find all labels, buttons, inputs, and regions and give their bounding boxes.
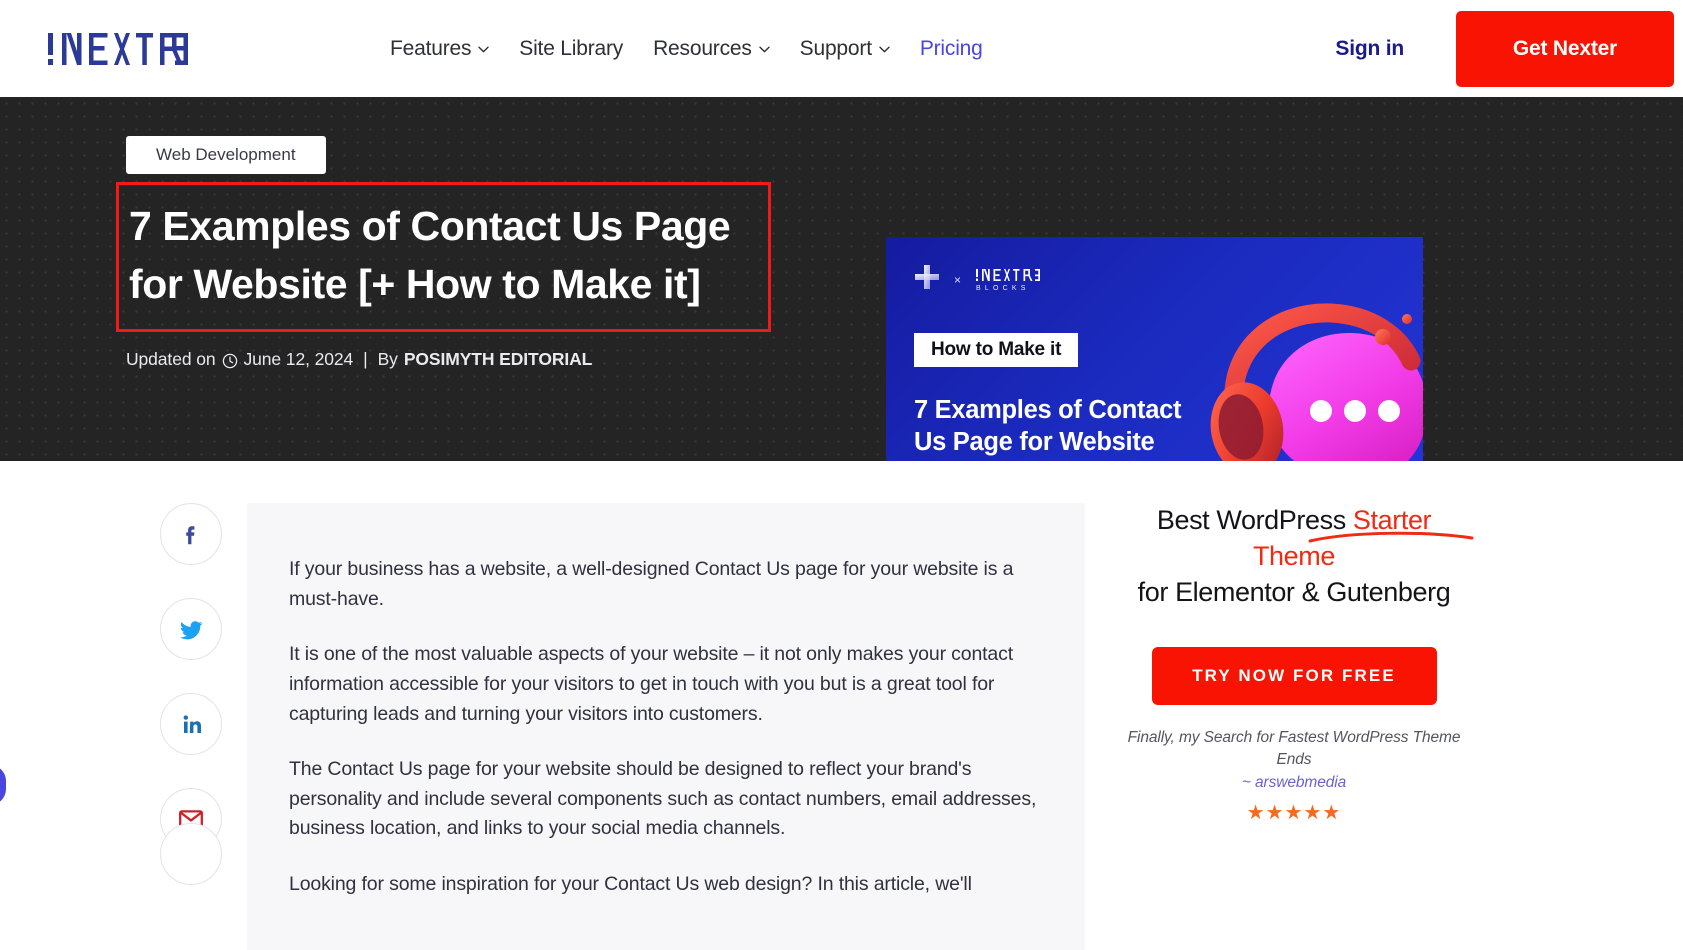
nav-item-resources[interactable]: Resources [653, 37, 770, 61]
meta-separator: | [363, 349, 368, 370]
promo-star-rating: ★★★★★ [1246, 801, 1342, 824]
article-author[interactable]: POSIMYTH EDITORIAL [404, 349, 593, 370]
share-facebook-button[interactable] [160, 503, 222, 565]
card-brand-row: × BLOCKS [914, 264, 1055, 295]
share-linkedin-button[interactable] [160, 693, 222, 755]
nav-label: Features [390, 36, 472, 60]
linkedin-icon [183, 714, 201, 733]
title-highlight-box: 7 Examples of Contact Us Page for Websit… [116, 182, 771, 333]
promo-heading-line2: for Elementor & Gutenberg [1137, 576, 1451, 607]
sign-in-link[interactable]: Sign in [1335, 37, 1404, 61]
hero-text-block: Web Development 7 Examples of Contact Us… [0, 97, 790, 370]
article-paragraph: It is one of the most valuable aspects o… [289, 643, 1013, 725]
chevron-down-icon [478, 46, 489, 53]
chevron-down-icon [758, 46, 770, 53]
clock-icon [222, 353, 238, 369]
nav-label: Pricing [919, 36, 983, 60]
card-badge: How to Make it [914, 333, 1079, 367]
nav-label: Site Library [519, 36, 624, 60]
social-share-rail [160, 503, 222, 850]
promo-testimonial-quote: Finally, my Search for Fastest WordPress… [1127, 728, 1461, 768]
category-badge[interactable]: Web Development [126, 136, 326, 174]
by-prefix: By [377, 349, 398, 370]
hero-section: Web Development 7 Examples of Contact Us… [0, 97, 1683, 461]
promo-heading: Best WordPress Starter Theme for Element… [1114, 503, 1474, 611]
brand-cross-symbol: × [954, 272, 962, 287]
article-meta: Updated on June 12, 2024 | By POSIMYTH E… [126, 349, 790, 370]
nav-item-support[interactable]: Support [800, 37, 890, 61]
underline-swoosh-icon [1308, 531, 1474, 543]
page-title-line1: 7 Examples of Contact Us Page [129, 203, 731, 249]
nexter-logo[interactable] [46, 29, 206, 69]
article-paragraph: The Contact Us page for your website sho… [289, 758, 1037, 840]
share-rail-handle[interactable] [0, 765, 6, 805]
card-title-line2: Us Page for Website [914, 428, 1155, 457]
card-title: 7 Examples of Contact Us Page for Websit… [914, 394, 1214, 459]
article-paragraph: Looking for some inspiration for your Co… [289, 873, 972, 895]
updated-prefix: Updated on [126, 349, 216, 370]
elementor-logo-icon [914, 264, 940, 295]
nav-item-site-library[interactable]: Site Library [519, 37, 623, 61]
share-rail-next-item[interactable] [160, 823, 222, 885]
header-actions: Sign in Get Nexter [1335, 0, 1683, 97]
twitter-icon [179, 620, 203, 639]
nav-label: Support [799, 36, 872, 60]
nav-item-features[interactable]: Features [390, 37, 489, 61]
main-navigation: Features Site Library Resources Support … [390, 37, 983, 61]
nav-label: Resources [653, 36, 752, 60]
page-title: 7 Examples of Contact Us Page for Websit… [129, 197, 746, 313]
blocks-sublabel: BLOCKS [976, 284, 1030, 292]
publish-date: June 12, 2024 [243, 349, 354, 370]
share-twitter-button[interactable] [160, 598, 222, 660]
try-now-for-free-button[interactable]: TRY NOW FOR FREE [1151, 646, 1437, 705]
facebook-icon [186, 526, 195, 545]
promo-testimonial-author: ~ arswebmedia [1241, 773, 1347, 791]
card-title-line1: 7 Examples of Contact [914, 396, 1182, 424]
site-header: Features Site Library Resources Support … [0, 0, 1683, 97]
nexter-blocks-logo: BLOCKS [975, 268, 1055, 292]
article-body: If your business has a website, a well-d… [247, 503, 1085, 950]
featured-article-card[interactable]: × BLOCKS How to Make it 7 Examples of Co… [886, 237, 1423, 461]
get-nexter-button[interactable]: Get Nexter [1456, 10, 1674, 87]
chevron-down-icon [879, 46, 890, 53]
nexter-wordmark-icon [976, 268, 1041, 281]
article-paragraph: If your business has a website, a well-d… [289, 558, 1014, 610]
main-content: If your business has a website, a well-d… [0, 461, 1683, 950]
page-title-line2: for Website [+ How to Make it] [129, 261, 701, 308]
nav-item-pricing[interactable]: Pricing [920, 37, 983, 61]
sidebar-promo: Best WordPress Starter Theme for Element… [1114, 503, 1474, 825]
headphones-chat-bubble-illustration-icon [1210, 303, 1423, 461]
nexter-logo-icon [48, 32, 188, 65]
